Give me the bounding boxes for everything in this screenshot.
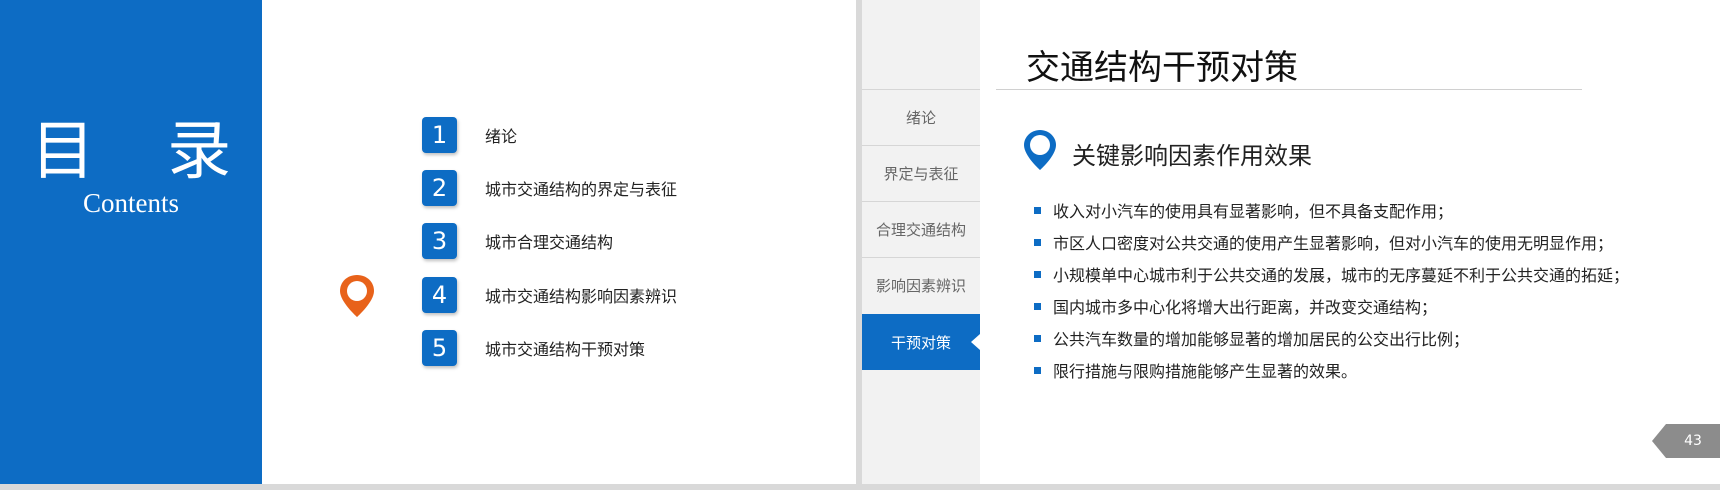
page-number: 43	[1684, 433, 1702, 449]
nav-item-factors[interactable]: 影响因素辨识	[862, 257, 980, 313]
list-item: 限行措施与限购措施能够产生显著的效果。	[1034, 358, 1357, 382]
bullet-square-icon	[1034, 366, 1041, 374]
location-pin-icon	[1024, 130, 1056, 170]
toc-item-label: 绪论	[485, 127, 518, 146]
active-arrow-icon	[971, 334, 980, 350]
toc-title: 目 录	[30, 115, 258, 189]
page-number-badge: 43	[1652, 424, 1720, 458]
toc-item[interactable]: 2 城市交通结构的界定与表征	[422, 170, 677, 206]
toc-item[interactable]: 1 绪论	[422, 117, 517, 153]
section-title: 关键影响因素作用效果	[1072, 142, 1312, 170]
bullet-square-icon	[1034, 206, 1041, 214]
toc-slide: 目 录 Contents 1 绪论 2 城市交通结构的界定与表征 3 城市合理交…	[0, 0, 856, 484]
toc-item-number: 1	[422, 117, 457, 153]
toc-item[interactable]: 4 城市交通结构影响因素辨识	[422, 277, 677, 313]
bullet-square-icon	[1034, 334, 1041, 342]
toc-item-number: 2	[422, 170, 457, 206]
toc-item-number: 3	[422, 223, 457, 259]
toc-item[interactable]: 3 城市合理交通结构	[422, 223, 613, 259]
bullet-text: 国内城市多中心化将增大出行距离，并改变交通结构；	[1053, 298, 1438, 317]
toc-subtitle: Contents	[82, 188, 179, 218]
section-nav: 绪论 界定与表征 合理交通结构 影响因素辨识 干预对策	[862, 0, 980, 484]
location-pin-icon	[340, 275, 374, 317]
toc-item-number: 4	[422, 277, 457, 313]
list-item: 公共汽车数量的增加能够显著的增加居民的公交出行比例；	[1034, 326, 1469, 350]
bullet-square-icon	[1034, 302, 1041, 310]
list-item: 小规模单中心城市利于公共交通的发展，城市的无序蔓延不利于公共交通的拓延；	[1034, 262, 1629, 286]
nav-item-structure[interactable]: 合理交通结构	[862, 201, 980, 257]
list-item: 国内城市多中心化将增大出行距离，并改变交通结构；	[1034, 294, 1437, 318]
nav-item-definition[interactable]: 界定与表征	[862, 145, 980, 201]
nav-item-label: 干预对策	[890, 333, 951, 352]
bullet-square-icon	[1034, 270, 1041, 278]
nav-item-measures[interactable]: 干预对策	[862, 314, 980, 370]
bullet-text: 小规模单中心城市利于公共交通的发展，城市的无序蔓延不利于公共交通的拓延；	[1053, 266, 1630, 285]
bullet-text: 收入对小汽车的使用具有显著影响，但不具备支配作用；	[1053, 202, 1454, 221]
bullet-text: 公共汽车数量的增加能够显著的增加居民的公交出行比例；	[1053, 330, 1470, 349]
list-item: 收入对小汽车的使用具有显著影响，但不具备支配作用；	[1034, 198, 1453, 222]
toc-item-number: 5	[422, 330, 457, 366]
content-slide: 绪论 界定与表征 合理交通结构 影响因素辨识 干预对策 交通结构干预对策 关键影…	[862, 0, 1720, 484]
bullet-text: 限行措施与限购措施能够产生显著的效果。	[1053, 362, 1358, 381]
nav-item-intro[interactable]: 绪论	[862, 89, 980, 145]
slide-heading: 交通结构干预对策	[1026, 48, 1298, 88]
list-item: 市区人口密度对公共交通的使用产生显著影响，但对小汽车的使用无明显作用；	[1034, 230, 1613, 254]
heading-divider	[996, 89, 1582, 90]
toc-item-label: 城市交通结构干预对策	[485, 340, 646, 359]
toc-item[interactable]: 5 城市交通结构干预对策	[422, 330, 645, 366]
toc-item-label: 城市交通结构影响因素辨识	[485, 287, 678, 306]
bullet-square-icon	[1034, 238, 1041, 246]
toc-item-label: 城市交通结构的界定与表征	[485, 180, 678, 199]
toc-side-panel: 目 录 Contents	[0, 0, 262, 484]
bullet-text: 市区人口密度对公共交通的使用产生显著影响，但对小汽车的使用无明显作用；	[1053, 234, 1614, 253]
toc-item-label: 城市合理交通结构	[485, 233, 614, 252]
